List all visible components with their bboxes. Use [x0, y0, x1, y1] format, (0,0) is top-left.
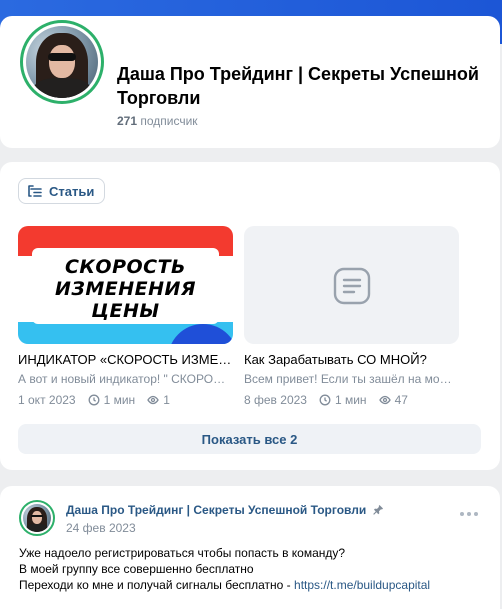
article-description: А вот и новый индикатор! " СКОРОСТЬ ИЗМЕ… — [18, 372, 233, 386]
pin-icon — [373, 505, 384, 515]
article-card[interactable]: Как Зарабатывать СО МНОЙ? Всем привет! Е… — [244, 226, 459, 408]
eye-icon — [147, 395, 159, 405]
clock-icon — [319, 394, 331, 406]
articles-block: Статьи СКОРОСТЬ ИЗМЕНЕНИЯ ЦЕНЫ ИНДИКАТОР… — [0, 162, 500, 470]
group-header: Даша Про Трейдинг | Секреты Успешной Тор… — [0, 16, 500, 148]
article-placeholder-icon — [333, 267, 371, 305]
article-meta: 8 фев 2023 1 мин 47 — [244, 392, 459, 408]
post-line: Уже надоело регистрироваться чтобы попас… — [19, 546, 346, 560]
post-link[interactable]: https://t.me/buildupcapital — [294, 578, 430, 592]
post-author-name[interactable]: Даша Про Трейдинг | Секреты Успешной Тор… — [66, 503, 366, 517]
eye-icon — [378, 395, 391, 405]
article-card[interactable]: СКОРОСТЬ ИЗМЕНЕНИЯ ЦЕНЫ ИНДИКАТОР «СКОРО… — [18, 226, 233, 408]
avatar-photo — [26, 26, 98, 98]
article-read-time: 1 мин — [334, 393, 367, 407]
clock-icon — [88, 394, 100, 406]
article-views: 47 — [394, 393, 408, 407]
article-date: 8 фев 2023 — [244, 393, 307, 407]
article-views: 1 — [163, 393, 170, 407]
tab-articles-label: Статьи — [49, 183, 95, 199]
group-title: Даша Про Трейдинг | Секреты Успешной Тор… — [117, 64, 479, 108]
post-line: В моей группу все совершенно бесплатно — [19, 562, 254, 576]
article-title[interactable]: ИНДИКАТОР «СКОРОСТЬ ИЗМЕНЕНИЯ ЦЕНЫ» — [18, 352, 233, 368]
article-description: Всем привет! Если ты зашёл на мою страни… — [244, 372, 459, 386]
post-author[interactable]: Даша Про Трейдинг | Секреты Успешной Тор… — [66, 503, 384, 517]
wall-post: Даша Про Трейдинг | Секреты Успешной Тор… — [0, 486, 500, 609]
tab-articles[interactable]: Статьи — [18, 178, 106, 204]
subscribers-number: 271 — [117, 114, 138, 128]
post-avatar[interactable] — [19, 500, 55, 536]
avatar-photo — [23, 504, 51, 532]
post-date[interactable]: 24 фев 2023 — [66, 521, 136, 535]
cover-text: СКОРОСТЬ ИЗМЕНЕНИЯ ЦЕНЫ — [54, 256, 197, 322]
post-line-text: Переходи ко мне и получай сигналы беспла… — [19, 578, 295, 592]
article-cover: СКОРОСТЬ ИЗМЕНЕНИЯ ЦЕНЫ — [18, 226, 233, 344]
post-line: Переходи ко мне и получай сигналы беспла… — [19, 577, 489, 593]
article-title[interactable]: Как Зарабатывать СО МНОЙ? — [244, 352, 459, 368]
subscribers-count[interactable]: 271 подписчик — [117, 114, 198, 128]
more-icon[interactable] — [460, 510, 480, 518]
show-all-button[interactable]: Показать все 2 — [18, 424, 481, 454]
article-meta: 1 окт 2023 1 мин 1 — [18, 392, 233, 408]
articles-icon — [28, 185, 42, 197]
group-avatar[interactable] — [20, 20, 104, 104]
post-text: Уже надоело регистрироваться чтобы попас… — [19, 545, 489, 593]
article-read-time: 1 мин — [103, 393, 136, 407]
article-cover-placeholder — [244, 226, 459, 344]
article-date: 1 окт 2023 — [18, 393, 76, 407]
subscribers-label: подписчик — [140, 114, 198, 128]
